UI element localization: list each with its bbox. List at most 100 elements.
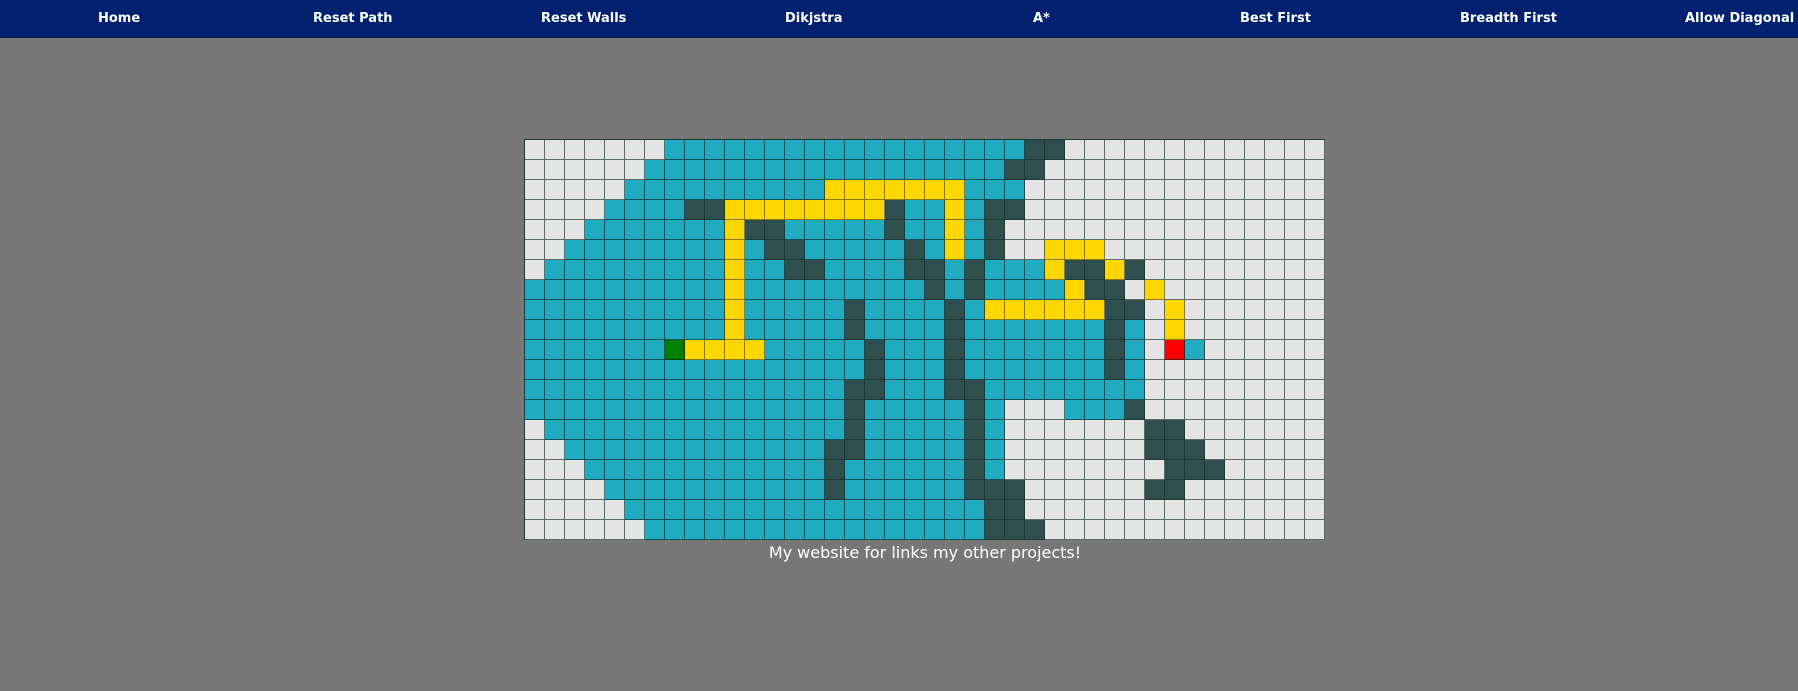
- grid-cell-visited[interactable]: [645, 500, 665, 520]
- grid-cell-visited[interactable]: [745, 320, 765, 340]
- grid-cell-visited[interactable]: [685, 440, 705, 460]
- grid-cell-visited[interactable]: [1085, 380, 1105, 400]
- grid-cell-visited[interactable]: [545, 420, 565, 440]
- grid-cell-visited[interactable]: [605, 400, 625, 420]
- grid-cell-visited[interactable]: [725, 380, 745, 400]
- grid-cell-visited[interactable]: [625, 300, 645, 320]
- grid-cell-path[interactable]: [945, 220, 965, 240]
- grid-cell-visited[interactable]: [685, 300, 705, 320]
- grid-cell-visited[interactable]: [805, 300, 825, 320]
- grid-cell-empty[interactable]: [1205, 520, 1225, 540]
- grid-cell-visited[interactable]: [565, 420, 585, 440]
- grid-cell-visited[interactable]: [845, 520, 865, 540]
- grid-cell-empty[interactable]: [1005, 440, 1025, 460]
- grid-cell-empty[interactable]: [1165, 360, 1185, 380]
- grid-cell-empty[interactable]: [1185, 480, 1205, 500]
- grid-cell-empty[interactable]: [1045, 460, 1065, 480]
- grid-cell-empty[interactable]: [1205, 180, 1225, 200]
- grid-cell-visited[interactable]: [1005, 140, 1025, 160]
- grid-cell-wall[interactable]: [685, 200, 705, 220]
- grid-cell-visited[interactable]: [545, 380, 565, 400]
- grid-cell-empty[interactable]: [605, 500, 625, 520]
- grid-cell-visited[interactable]: [805, 380, 825, 400]
- grid-cell-empty[interactable]: [545, 480, 565, 500]
- grid-cell-empty[interactable]: [1225, 220, 1245, 240]
- grid-cell-visited[interactable]: [945, 280, 965, 300]
- grid-cell-wall[interactable]: [1085, 260, 1105, 280]
- grid-cell-visited[interactable]: [545, 320, 565, 340]
- grid-cell-empty[interactable]: [625, 160, 645, 180]
- grid-cell-visited[interactable]: [865, 420, 885, 440]
- grid-cell-visited[interactable]: [785, 520, 805, 540]
- grid-cell-visited[interactable]: [985, 460, 1005, 480]
- grid-cell-empty[interactable]: [1305, 260, 1325, 280]
- grid-cell-visited[interactable]: [965, 360, 985, 380]
- grid-cell-empty[interactable]: [1265, 360, 1285, 380]
- grid-cell-visited[interactable]: [665, 300, 685, 320]
- grid-cell-empty[interactable]: [1245, 480, 1265, 500]
- grid-cell-empty[interactable]: [1165, 400, 1185, 420]
- grid-cell-visited[interactable]: [605, 340, 625, 360]
- grid-cell-wall[interactable]: [1165, 480, 1185, 500]
- grid-cell-visited[interactable]: [925, 360, 945, 380]
- grid-cell-empty[interactable]: [1285, 520, 1305, 540]
- grid-cell-empty[interactable]: [1245, 240, 1265, 260]
- grid-cell-visited[interactable]: [905, 440, 925, 460]
- grid-cell-empty[interactable]: [1165, 140, 1185, 160]
- grid-cell-visited[interactable]: [725, 520, 745, 540]
- grid-cell-visited[interactable]: [1005, 340, 1025, 360]
- grid-cell-visited[interactable]: [925, 160, 945, 180]
- grid-cell-empty[interactable]: [1145, 460, 1165, 480]
- grid-cell-empty[interactable]: [605, 520, 625, 540]
- grid-cell-path[interactable]: [905, 180, 925, 200]
- grid-cell-visited[interactable]: [925, 520, 945, 540]
- grid-cell-empty[interactable]: [1065, 160, 1085, 180]
- grid-cell-visited[interactable]: [605, 460, 625, 480]
- grid-cell-wall[interactable]: [1005, 160, 1025, 180]
- grid-cell-empty[interactable]: [1245, 440, 1265, 460]
- grid-cell-visited[interactable]: [1005, 320, 1025, 340]
- grid-cell-wall[interactable]: [805, 260, 825, 280]
- grid-cell-wall[interactable]: [765, 220, 785, 240]
- grid-cell-visited[interactable]: [605, 440, 625, 460]
- allow-diagonal-toggle[interactable]: Allow Diagonal: [1685, 11, 1794, 26]
- grid-cell-visited[interactable]: [765, 400, 785, 420]
- grid-cell-visited[interactable]: [925, 500, 945, 520]
- grid-cell-empty[interactable]: [1085, 460, 1105, 480]
- grid-cell-visited[interactable]: [665, 220, 685, 240]
- grid-cell-visited[interactable]: [745, 240, 765, 260]
- grid-cell-empty[interactable]: [1045, 220, 1065, 240]
- grid-cell-wall[interactable]: [885, 220, 905, 240]
- grid-cell-visited[interactable]: [745, 420, 765, 440]
- grid-cell-visited[interactable]: [945, 500, 965, 520]
- grid-cell-empty[interactable]: [1105, 180, 1125, 200]
- grid-cell-path[interactable]: [725, 200, 745, 220]
- dijkstra-algorithm-button[interactable]: Dikjstra: [785, 11, 842, 26]
- grid-cell-empty[interactable]: [1105, 520, 1125, 540]
- grid-cell-visited[interactable]: [945, 160, 965, 180]
- grid-cell-visited[interactable]: [605, 200, 625, 220]
- grid-cell-visited[interactable]: [825, 380, 845, 400]
- grid-cell-visited[interactable]: [825, 220, 845, 240]
- grid-cell-visited[interactable]: [865, 160, 885, 180]
- grid-cell-visited[interactable]: [845, 220, 865, 240]
- grid-cell-empty[interactable]: [1085, 440, 1105, 460]
- grid-cell-visited[interactable]: [925, 320, 945, 340]
- grid-cell-visited[interactable]: [885, 320, 905, 340]
- grid-cell-empty[interactable]: [585, 180, 605, 200]
- grid-cell-empty[interactable]: [1065, 440, 1085, 460]
- grid-cell-wall[interactable]: [765, 240, 785, 260]
- grid-cell-path[interactable]: [1145, 280, 1165, 300]
- grid-cell-wall[interactable]: [985, 200, 1005, 220]
- grid-cell-wall[interactable]: [945, 360, 965, 380]
- grid-cell-path[interactable]: [1065, 300, 1085, 320]
- grid-cell-empty[interactable]: [1265, 160, 1285, 180]
- grid-cell-visited[interactable]: [1025, 360, 1045, 380]
- grid-cell-empty[interactable]: [1085, 200, 1105, 220]
- grid-cell-empty[interactable]: [1225, 340, 1245, 360]
- grid-cell-wall[interactable]: [865, 360, 885, 380]
- grid-cell-visited[interactable]: [705, 520, 725, 540]
- grid-cell-visited[interactable]: [965, 180, 985, 200]
- grid-cell-empty[interactable]: [1145, 340, 1165, 360]
- grid-cell-visited[interactable]: [885, 140, 905, 160]
